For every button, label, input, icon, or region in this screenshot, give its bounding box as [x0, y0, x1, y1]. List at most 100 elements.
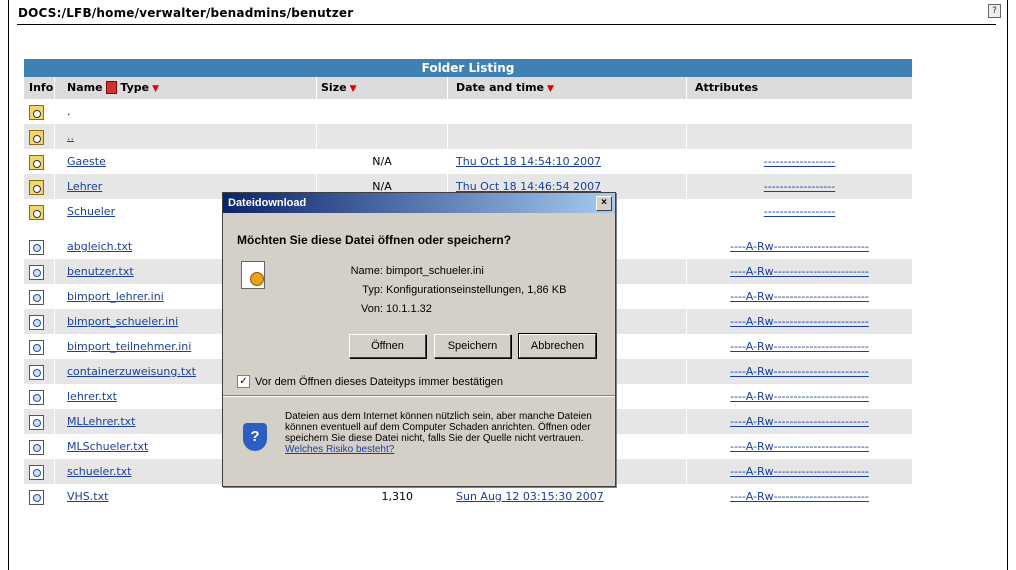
info-cell	[24, 124, 54, 149]
attributes-link[interactable]: ------------------	[764, 180, 835, 193]
file-info-icon[interactable]	[29, 314, 44, 330]
type-value: Konfigurationseinstellungen, 1,86 KB	[386, 284, 567, 296]
file-info-icon[interactable]	[29, 239, 44, 255]
file-info-icon[interactable]	[29, 439, 44, 455]
folder-row: ..	[24, 124, 912, 149]
attributes-cell: ----A-Rw------------------------	[686, 309, 912, 334]
dialog-divider	[223, 395, 615, 397]
dialog-question: Möchten Sie diese Datei öffnen oder spei…	[237, 233, 512, 247]
size-cell: 1,310	[316, 484, 447, 509]
close-icon[interactable]: ×	[596, 196, 612, 211]
folder-info-icon[interactable]	[29, 204, 44, 220]
size-cell	[316, 99, 447, 124]
help-icon[interactable]: ?	[988, 4, 1001, 18]
file-info-icon[interactable]	[29, 339, 44, 355]
attributes-cell: ----A-Rw------------------------	[686, 409, 912, 434]
attributes-cell: ------------------	[686, 174, 912, 199]
item-name-link[interactable]: schueler.txt	[67, 465, 131, 478]
col-name-type: Name Type ▼	[54, 77, 316, 99]
folder-info-icon[interactable]	[29, 179, 44, 195]
date-cell: Thu Oct 18 14:54:10 2007	[447, 149, 686, 174]
file-info-icon[interactable]	[29, 289, 44, 305]
attributes-cell: ----A-Rw------------------------	[686, 334, 912, 359]
date-link[interactable]: Sun Aug 12 03:15:30 2007	[456, 490, 604, 503]
attributes-link[interactable]: ----A-Rw------------------------	[730, 290, 869, 303]
attributes-cell: ----A-Rw------------------------	[686, 484, 912, 509]
always-ask-checkbox[interactable]: ✓ Vor dem Öffnen dieses Dateityps immer …	[237, 375, 503, 388]
col-date[interactable]: Date and time ▼	[447, 77, 686, 99]
attributes-link[interactable]: ----A-Rw------------------------	[730, 465, 869, 478]
info-cell	[24, 234, 54, 259]
item-name-link[interactable]: MLSchueler.txt	[67, 440, 148, 453]
type-label: Typ:	[362, 284, 383, 296]
item-name-link[interactable]: MLLehrer.txt	[67, 415, 136, 428]
attributes-link[interactable]: ----A-Rw------------------------	[730, 340, 869, 353]
cancel-button[interactable]: Abbrechen	[518, 333, 597, 359]
path-divider	[17, 24, 996, 25]
folder-info-icon[interactable]	[29, 104, 44, 120]
info-cell	[24, 434, 54, 459]
item-name-link[interactable]: bimport_teilnehmer.ini	[67, 340, 191, 353]
item-name-link[interactable]: bimport_schueler.ini	[67, 315, 178, 328]
item-name-link[interactable]: ..	[67, 130, 74, 143]
col-size[interactable]: Size ▼	[316, 77, 447, 99]
item-name-link: .	[67, 105, 71, 118]
attributes-cell: ----A-Rw------------------------	[686, 384, 912, 409]
item-name-link[interactable]: containerzuweisung.txt	[67, 365, 196, 378]
size-cell	[316, 124, 447, 149]
listing-title: Folder Listing	[24, 59, 912, 77]
attributes-link[interactable]: ----A-Rw------------------------	[730, 365, 869, 378]
item-name-link[interactable]: abgleich.txt	[67, 240, 132, 253]
open-button[interactable]: Öffnen	[349, 334, 426, 358]
item-name-link[interactable]: lehrer.txt	[67, 390, 117, 403]
checkbox-box[interactable]: ✓	[237, 375, 250, 388]
attributes-link[interactable]: ----A-Rw------------------------	[730, 265, 869, 278]
attributes-link[interactable]: ----A-Rw------------------------	[730, 440, 869, 453]
dialog-title: Dateidownload	[223, 193, 615, 213]
attributes-link[interactable]: ----A-Rw------------------------	[730, 490, 869, 503]
file-info-icon[interactable]	[29, 489, 44, 505]
item-name-link[interactable]: VHS.txt	[67, 490, 108, 503]
file-info-icon[interactable]	[29, 464, 44, 480]
attributes-link[interactable]: ----A-Rw------------------------	[730, 315, 869, 328]
info-cell	[24, 384, 54, 409]
attributes-link[interactable]: ----A-Rw------------------------	[730, 415, 869, 428]
risk-link[interactable]: Welches Risiko besteht?	[285, 444, 394, 455]
col-type-link[interactable]: Type	[120, 81, 149, 94]
name-cell: Gaeste	[54, 149, 316, 174]
col-name-link[interactable]: Name	[67, 81, 103, 94]
attributes-link[interactable]: ----A-Rw------------------------	[730, 390, 869, 403]
folder-info-icon[interactable]	[29, 154, 44, 170]
attributes-link[interactable]: ----A-Rw------------------------	[730, 240, 869, 253]
file-info-icon[interactable]	[29, 264, 44, 280]
info-cell	[24, 484, 54, 509]
date-cell	[447, 124, 686, 149]
folder-info-icon[interactable]	[29, 129, 44, 145]
attributes-cell: ----A-Rw------------------------	[686, 359, 912, 384]
size-cell: N/A	[316, 149, 447, 174]
item-name-link[interactable]: bimport_lehrer.ini	[67, 290, 164, 303]
file-info-icon[interactable]	[29, 414, 44, 430]
col-info: Info	[29, 81, 54, 94]
item-name-link[interactable]: Gaeste	[67, 155, 106, 168]
item-name-link[interactable]: Schueler	[67, 205, 115, 218]
from-value: 10.1.1.32	[386, 303, 432, 315]
item-name-link[interactable]: Lehrer	[67, 180, 102, 193]
attributes-cell: ----A-Rw------------------------	[686, 259, 912, 284]
info-cell	[24, 259, 54, 284]
info-cell	[24, 309, 54, 334]
sort-arrow-icon: ▼	[547, 84, 554, 94]
name-cell: VHS.txt	[54, 484, 316, 509]
shield-icon: ?	[243, 423, 267, 451]
file-info-icon[interactable]	[29, 364, 44, 380]
attributes-link[interactable]: ------------------	[764, 205, 835, 218]
attributes-cell: ----A-Rw------------------------	[686, 234, 912, 259]
date-link[interactable]: Thu Oct 18 14:54:10 2007	[456, 155, 601, 168]
date-cell: Sun Aug 12 03:15:30 2007	[447, 484, 686, 509]
file-info-icon[interactable]	[29, 389, 44, 405]
current-path: DOCS:/LFB/home/verwalter/benadmins/benut…	[18, 6, 354, 20]
save-button[interactable]: Speichern	[434, 334, 511, 358]
attributes-link[interactable]: ------------------	[764, 155, 835, 168]
info-cell	[24, 284, 54, 309]
item-name-link[interactable]: benutzer.txt	[67, 265, 134, 278]
